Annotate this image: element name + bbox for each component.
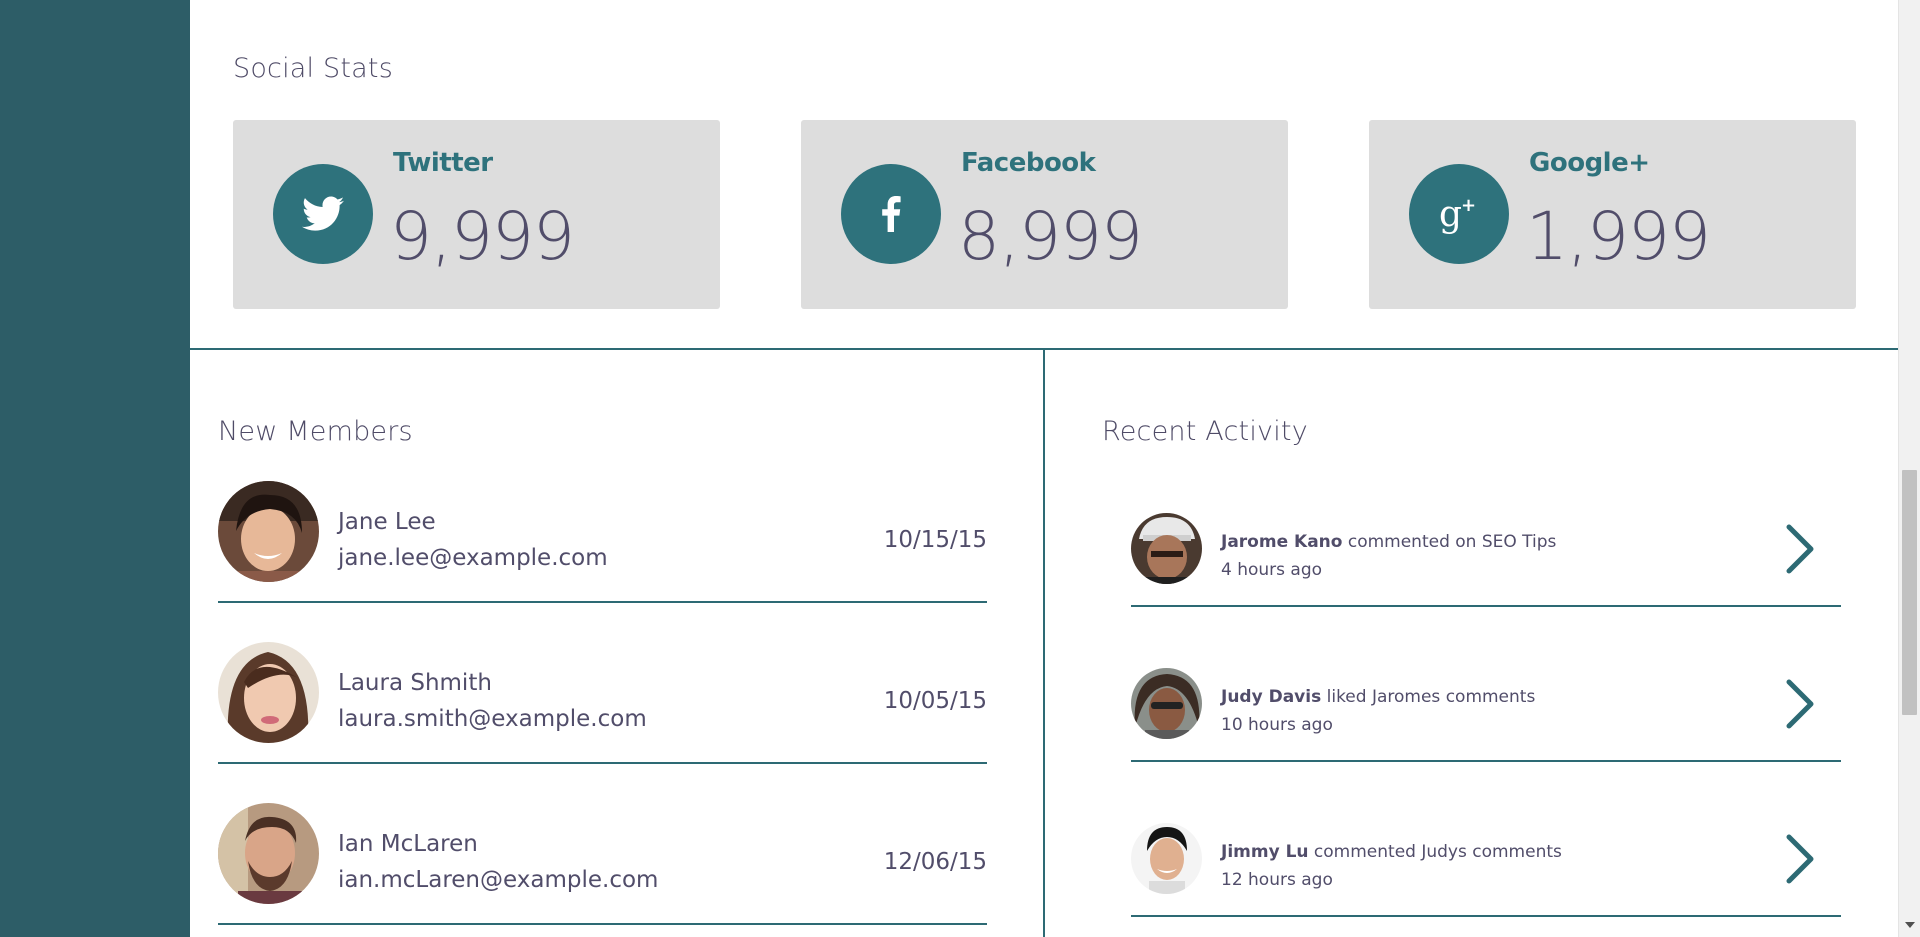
activity-time: 10 hours ago — [1221, 715, 1333, 735]
twitter-label: Twitter — [393, 148, 493, 178]
activity-user[interactable]: Jimmy Lu — [1221, 842, 1309, 862]
row-divider — [218, 923, 987, 925]
member-name: Ian McLaren — [338, 831, 478, 857]
activity-action: commented Judys comments — [1313, 842, 1562, 862]
chevron-right-icon[interactable] — [1781, 523, 1817, 575]
member-date: 10/05/15 — [883, 688, 987, 714]
stat-card-google-plus: g + Google+ 1,999 — [1369, 120, 1856, 309]
column-divider — [1043, 349, 1045, 937]
facebook-icon[interactable] — [841, 164, 941, 264]
member-email[interactable]: jane.lee@example.com — [338, 545, 608, 571]
member-date: 12/06/15 — [883, 849, 987, 875]
row-divider — [218, 601, 987, 603]
member-email[interactable]: laura.smith@example.com — [338, 706, 647, 732]
avatar — [1131, 513, 1202, 584]
activity-text: Judy Davis liked Jaromes comments — [1221, 687, 1535, 707]
row-divider — [1131, 760, 1841, 762]
activity-user[interactable]: Jarome Kano — [1221, 532, 1342, 552]
member-row[interactable]: Laura Shmith laura.smith@example.com 10/… — [218, 642, 987, 803]
scrollbar-thumb[interactable] — [1902, 470, 1917, 715]
new-members-title: New Members — [218, 416, 413, 447]
sidebar — [0, 0, 190, 937]
google-plus-count: 1,999 — [1526, 198, 1711, 275]
facebook-label: Facebook — [961, 148, 1096, 178]
recent-activity-title: Recent Activity — [1102, 416, 1308, 447]
chevron-right-icon[interactable] — [1781, 678, 1817, 730]
facebook-count: 8,999 — [958, 198, 1143, 275]
member-name: Jane Lee — [338, 509, 436, 535]
social-stats-title: Social Stats — [233, 53, 393, 84]
member-row[interactable]: Jane Lee jane.lee@example.com 10/15/15 — [218, 481, 987, 642]
member-email[interactable]: ian.mcLaren@example.com — [338, 867, 658, 893]
svg-text:+: + — [1461, 195, 1476, 216]
activity-time: 4 hours ago — [1221, 560, 1323, 580]
google-plus-icon[interactable]: g + — [1409, 164, 1509, 264]
activity-text: Jimmy Lu commented Judys comments — [1221, 842, 1562, 862]
activity-item[interactable]: Jimmy Lu commented Judys comments 12 hou… — [1131, 823, 1841, 937]
avatar — [1131, 668, 1202, 739]
activity-action: commented on SEO Tips — [1347, 532, 1557, 552]
row-divider — [1131, 605, 1841, 607]
activity-user[interactable]: Judy Davis — [1221, 687, 1321, 707]
member-name: Laura Shmith — [338, 670, 492, 696]
svg-text:g: g — [1439, 194, 1462, 235]
vertical-scrollbar[interactable] — [1898, 0, 1920, 937]
activity-action: liked Jaromes comments — [1326, 687, 1536, 707]
twitter-bird-icon[interactable] — [273, 164, 373, 264]
chevron-right-icon[interactable] — [1781, 833, 1817, 885]
activity-text: Jarome Kano commented on SEO Tips — [1221, 532, 1556, 552]
stat-card-twitter: Twitter 9,999 — [233, 120, 720, 309]
member-row[interactable]: Ian McLaren ian.mcLaren@example.com 12/0… — [218, 803, 987, 937]
stat-card-facebook: Facebook 8,999 — [801, 120, 1288, 309]
activity-time: 12 hours ago — [1221, 870, 1333, 890]
member-date: 10/15/15 — [883, 527, 987, 553]
row-divider — [218, 762, 987, 764]
activity-item[interactable]: Jarome Kano commented on SEO Tips 4 hour… — [1131, 513, 1841, 668]
avatar — [218, 642, 319, 743]
dashboard-main: Social Stats Twitter 9,999 Facebook 8,99… — [190, 0, 1898, 937]
google-plus-label: Google+ — [1529, 148, 1650, 178]
avatar — [1131, 823, 1202, 894]
row-divider — [1131, 915, 1841, 917]
avatar — [218, 481, 319, 582]
twitter-count: 9,999 — [390, 198, 575, 275]
scroll-down-arrow-icon[interactable] — [1905, 922, 1915, 928]
activity-item[interactable]: Judy Davis liked Jaromes comments 10 hou… — [1131, 668, 1841, 823]
avatar — [218, 803, 319, 904]
